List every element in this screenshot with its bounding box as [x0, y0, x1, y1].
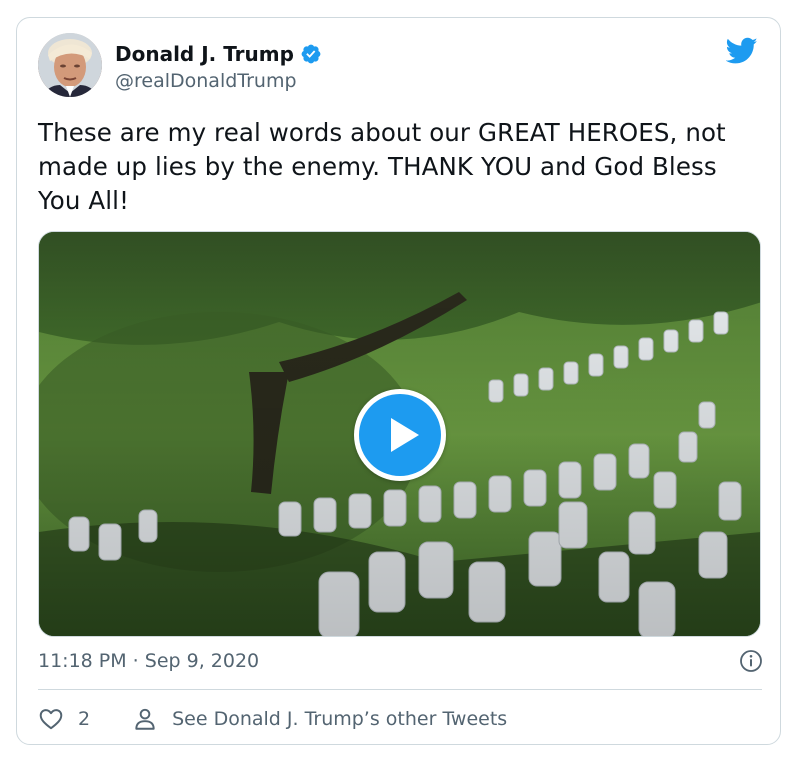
- see-other-tweets-link[interactable]: See Donald J. Trump’s other Tweets: [132, 706, 507, 732]
- verified-badge-icon: [301, 44, 321, 64]
- tweet-card: Donald J. Trump @realDonaldTrump These a…: [16, 17, 781, 745]
- play-button[interactable]: [353, 389, 446, 481]
- avatar[interactable]: [38, 33, 102, 97]
- video-player[interactable]: [38, 231, 761, 637]
- info-icon[interactable]: [739, 649, 763, 673]
- like-button[interactable]: 2: [38, 706, 90, 732]
- see-other-tweets-label: See Donald J. Trump’s other Tweets: [172, 708, 508, 730]
- divider: [38, 689, 762, 690]
- display-name[interactable]: Donald J. Trump: [115, 42, 294, 66]
- like-count: 2: [78, 708, 91, 730]
- play-icon: [390, 418, 419, 452]
- tweet-text: These are my real words about our GREAT …: [38, 118, 726, 215]
- avatar-image: [38, 33, 102, 97]
- handle[interactable]: @realDonaldTrump: [115, 70, 322, 92]
- twitter-bird-icon[interactable]: [726, 37, 758, 65]
- tweet-actions: 2 See Donald J. Trump’s other Tweets: [38, 702, 507, 736]
- person-icon: [135, 708, 155, 730]
- timestamp-row: 11:18 PM · Sep 9, 2020: [38, 646, 763, 676]
- display-name-row: Donald J. Trump: [115, 40, 322, 68]
- author-info[interactable]: Donald J. Trump @realDonaldTrump: [115, 40, 322, 92]
- heart-icon: [39, 709, 63, 730]
- play-button-circle: [358, 394, 441, 476]
- timestamp[interactable]: 11:18 PM · Sep 9, 2020: [38, 650, 259, 672]
